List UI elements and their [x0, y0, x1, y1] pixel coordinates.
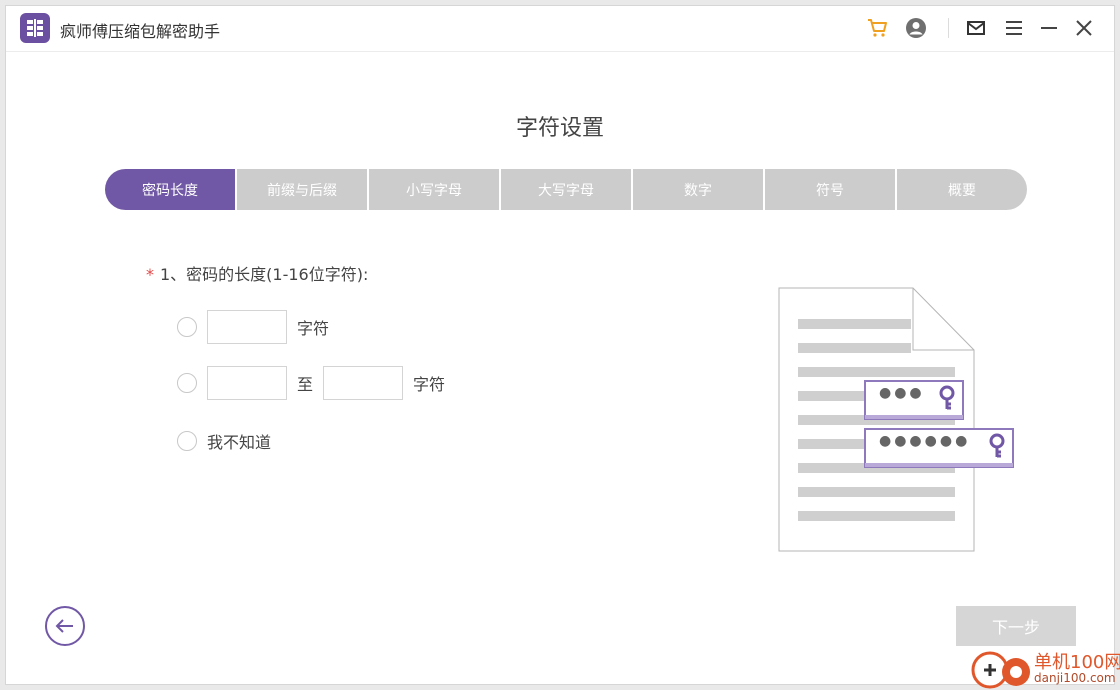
range-from-input[interactable] — [207, 366, 287, 400]
question-label: 1、密码的长度(1-16位字符): — [160, 265, 369, 284]
app-title: 疯师傅压缩包解密助手 — [60, 22, 221, 41]
tab-password-length[interactable]: 密码长度 — [105, 169, 235, 210]
key-icon — [937, 385, 957, 415]
watermark-url: danji100.com — [1034, 671, 1116, 685]
unknown-length-label: 我不知道 — [207, 433, 272, 452]
radio-exact-length[interactable] — [177, 317, 197, 337]
option-length-range: 至 字符 — [177, 366, 445, 400]
range-to-input[interactable] — [323, 366, 404, 400]
tab-prefix-suffix[interactable]: 前缀与后缀 — [235, 169, 367, 210]
back-button[interactable] — [45, 606, 85, 646]
tab-summary[interactable]: 概要 — [895, 169, 1027, 210]
menu-icon[interactable] — [1002, 16, 1026, 40]
long-password-mask: ●●●●●● — [879, 433, 971, 449]
next-button[interactable]: 下一步 — [956, 606, 1076, 646]
step-tabs: 密码长度 前缀与后缀 小写字母 大写字母 数字 符号 概要 — [105, 169, 1027, 210]
user-icon[interactable] — [904, 16, 928, 40]
radio-length-range[interactable] — [177, 373, 197, 393]
password-length-question: * 1、密码的长度(1-16位字符): — [146, 261, 368, 285]
app-logo-icon — [20, 13, 50, 43]
option-unknown-length: 我不知道 — [177, 429, 271, 453]
minimize-icon[interactable] — [1037, 16, 1061, 40]
key-icon — [987, 433, 1007, 463]
titlebar-divider — [948, 18, 949, 38]
range-separator: 至 — [297, 375, 314, 394]
mail-icon[interactable] — [964, 16, 988, 40]
password-document-illustration: ●●● ●●●●●● — [776, 286, 1026, 560]
arrow-left-icon — [55, 619, 73, 633]
tab-digits[interactable]: 数字 — [631, 169, 763, 210]
cart-icon[interactable] — [866, 16, 890, 40]
short-password-mask: ●●● — [879, 385, 925, 401]
page-title: 字符设置 — [515, 116, 604, 141]
tab-symbols[interactable]: 符号 — [763, 169, 895, 210]
app-window: 疯师傅压缩包解密助手 字符设置 密码长度 前缀与后缀 小写字母 大写字母 数字 … — [5, 5, 1115, 685]
watermark: 单机100网 danji100.com — [970, 648, 1120, 690]
option-exact-length: 字符 — [177, 310, 329, 344]
tab-uppercase[interactable]: 大写字母 — [499, 169, 631, 210]
watermark-logo-icon — [971, 651, 1030, 689]
title-bar: 疯师傅压缩包解密助手 — [6, 6, 1114, 52]
exact-length-input[interactable] — [207, 310, 287, 344]
exact-length-suffix: 字符 — [297, 319, 330, 338]
radio-unknown-length[interactable] — [177, 431, 197, 451]
close-icon[interactable] — [1072, 16, 1096, 40]
tab-lowercase[interactable]: 小写字母 — [367, 169, 499, 210]
range-suffix: 字符 — [413, 375, 446, 394]
required-mark: * — [146, 265, 154, 284]
